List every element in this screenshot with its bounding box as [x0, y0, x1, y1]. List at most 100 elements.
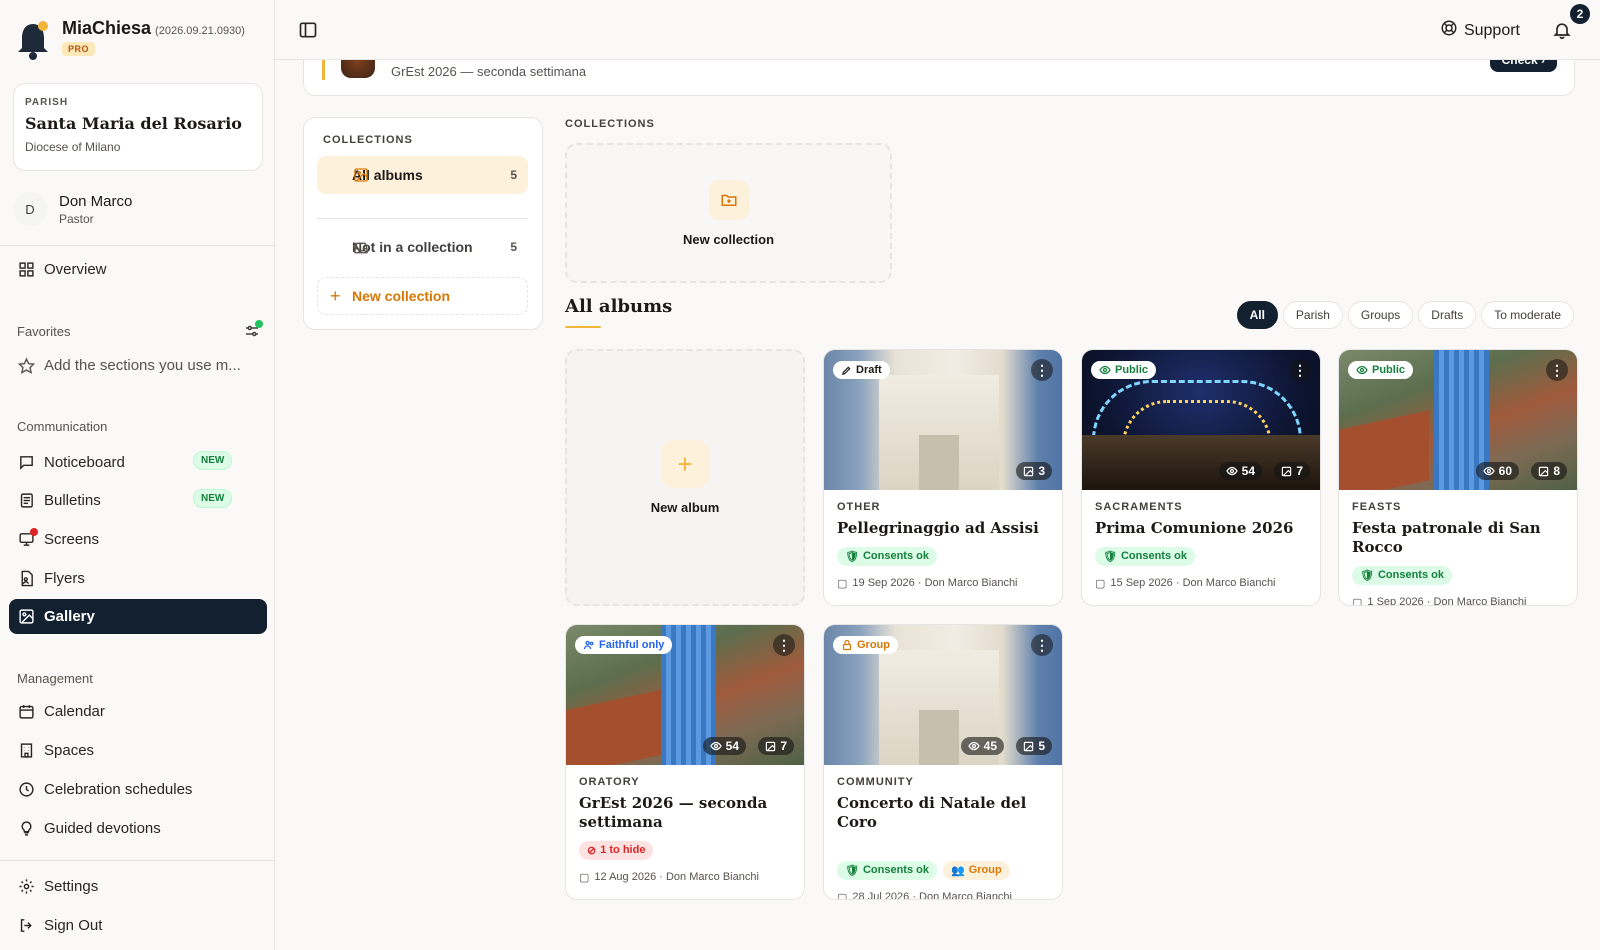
filter-settings-icon[interactable] [243, 320, 263, 340]
notification-bell-icon[interactable] [1552, 20, 1572, 40]
avatar: D [13, 192, 47, 226]
eye-icon [709, 741, 722, 751]
album-cover: Public ⋮ 60 8 [1339, 350, 1577, 490]
photo-count: 3 [1016, 462, 1052, 480]
album-meta: ▢ 19 Sep 2026 · Don Marco Bianchi [837, 577, 1018, 590]
user-name: Don Marco [59, 192, 133, 210]
parish-diocese: Diocese of Milano [25, 140, 121, 154]
sidebar-item-label: Screens [44, 531, 100, 548]
more-menu-button[interactable]: ⋮ [1289, 359, 1311, 381]
sidebar-item-overview[interactable]: Overview [9, 252, 267, 287]
support-button[interactable]: Support [1440, 19, 1520, 42]
filter-to-moderate[interactable]: To moderate [1481, 301, 1574, 329]
sidebar-item-gallery[interactable]: Gallery [9, 599, 267, 634]
app-name: MiaChiesa [62, 18, 152, 38]
collections-section-label: COLLECTIONS [565, 118, 655, 130]
sidebar-item-spaces[interactable]: Spaces [9, 733, 267, 768]
filter-drafts[interactable]: Drafts [1418, 301, 1477, 329]
management-header: Management [17, 671, 93, 686]
eye-icon [967, 741, 980, 751]
image-icon [354, 168, 368, 182]
album-card[interactable]: Public ⋮ 54 7 SACRAMENTS Prima Comunione… [1081, 349, 1321, 606]
status-pill: Group [833, 636, 898, 654]
support-label: Support [1463, 21, 1520, 39]
app-version: (2026.09.21.0930) [155, 25, 245, 37]
favorites-hint-label: Add the sections you use m... [44, 357, 241, 374]
view-count: 54 [1218, 462, 1262, 480]
album-cover: Public ⋮ 54 7 [1082, 350, 1320, 490]
album-title: Festa patronale di San Rocco [1352, 519, 1541, 556]
view-count: 60 [1475, 462, 1519, 480]
favorites-hint[interactable]: Add the sections you use m... [9, 348, 267, 383]
album-card[interactable]: Group ⋮ 45 5 COMMUNITY Concerto di Natal… [823, 624, 1063, 900]
collection-count: 5 [510, 168, 517, 182]
album-card[interactable]: Faithful only ⋮ 54 7 ORATORY GrEst 2026 … [565, 624, 805, 900]
more-menu-button[interactable]: ⋮ [773, 634, 795, 656]
sidebar-item-calendar[interactable]: Calendar [9, 694, 267, 729]
pencil-icon [842, 365, 851, 375]
filter-groups[interactable]: Groups [1347, 301, 1414, 329]
eye-icon [1482, 466, 1495, 476]
more-menu-button[interactable]: ⋮ [1031, 634, 1053, 656]
sidebar-toggle-icon[interactable] [298, 20, 318, 40]
folder-plus-icon [708, 179, 749, 220]
sidebar-item-flyers[interactable]: Flyers [9, 561, 267, 596]
photo-count: 5 [1016, 737, 1052, 755]
album-meta: ▢ 1 Sep 2026 · Don Marco Bianchi [1352, 596, 1564, 605]
divider [0, 860, 275, 861]
status-pill: Public [1348, 361, 1414, 379]
message-icon [17, 454, 35, 472]
brand[interactable]: MiaChiesa (2026.09.21.0930) PRO [14, 18, 245, 62]
clock-icon [17, 781, 35, 799]
user-profile[interactable]: D Don Marco Pastor [13, 192, 132, 226]
logout-icon [17, 917, 35, 935]
filter-parish[interactable]: Parish [1282, 301, 1343, 329]
topbar: Support 2 [276, 0, 1600, 60]
calendar-icon: ▢ [837, 577, 848, 590]
sidebar-item-sign-out[interactable]: Sign Out [9, 908, 267, 943]
sidebar-item-label: Calendar [44, 703, 105, 720]
sidebar-item-screens[interactable]: Screens [9, 522, 267, 557]
consents-ok-tag: 🛡 Consents ok [1352, 565, 1452, 585]
album-meta: ▢ 28 Jul 2026 · Don Marco Bianchi [837, 891, 1049, 899]
divider [317, 218, 528, 219]
newspaper-icon [17, 492, 35, 510]
album-filters: All Parish Groups Drafts To moderate [1236, 301, 1574, 329]
more-menu-button[interactable]: ⋮ [1031, 359, 1053, 381]
sidebar-item-guided-devotions[interactable]: Guided devotions [9, 811, 267, 846]
new-collection-card[interactable]: New collection [565, 143, 892, 283]
sidebar-item-settings[interactable]: Settings [9, 869, 267, 904]
status-pill: Public [1091, 361, 1157, 379]
album-card[interactable]: Public ⋮ 60 8 FEASTS Festa patronale di … [1338, 349, 1578, 606]
hide-warning-tag: ⊘ 1 to hide [579, 840, 654, 860]
collection-not-in-collection[interactable]: Not in a collection 5 [317, 228, 528, 266]
all-albums-title: All albums [565, 296, 673, 317]
eye-icon [1225, 466, 1238, 476]
sidebar: MiaChiesa (2026.09.21.0930) PRO PARISH Sa… [0, 0, 275, 950]
parish-label: PARISH [25, 97, 69, 108]
collection-all-albums[interactable]: All albums 5 [317, 156, 528, 194]
more-menu-button[interactable]: ⋮ [1546, 359, 1568, 381]
pro-badge: PRO [62, 42, 96, 56]
album-title: GrEst 2026 — seconda settimana [579, 794, 768, 831]
plus-icon: + [330, 285, 341, 306]
favorites-header: Favorites [17, 324, 71, 339]
filter-all[interactable]: All [1236, 301, 1278, 329]
calendar-icon: ▢ [1095, 577, 1106, 590]
user-role: Pastor [59, 211, 94, 226]
sidebar-item-label: Bulletins [44, 492, 101, 509]
new-album-card[interactable]: + New album [565, 349, 805, 606]
sidebar-item-celebration-schedules[interactable]: Celebration schedules [9, 772, 267, 807]
new-album-label: New album [650, 500, 720, 515]
monitor-icon [17, 527, 38, 549]
banner-text: GrEst 2026 — seconda settimana [391, 64, 587, 79]
bell-logo-icon [14, 18, 52, 62]
alert-dot [30, 527, 38, 536]
parish-card[interactable]: PARISH Santa Maria del Rosario Diocese o… [13, 83, 263, 171]
lightbulb-icon [17, 820, 35, 838]
album-card[interactable]: Draft ⋮ 3 OTHER Pellegrinaggio ad Assisi… [823, 349, 1063, 606]
new-collection-button[interactable]: + New collection [317, 277, 528, 315]
image-icon [1024, 741, 1034, 751]
album-title: Concerto di Natale del Coro [837, 794, 1027, 831]
plus-icon: + [661, 440, 709, 488]
